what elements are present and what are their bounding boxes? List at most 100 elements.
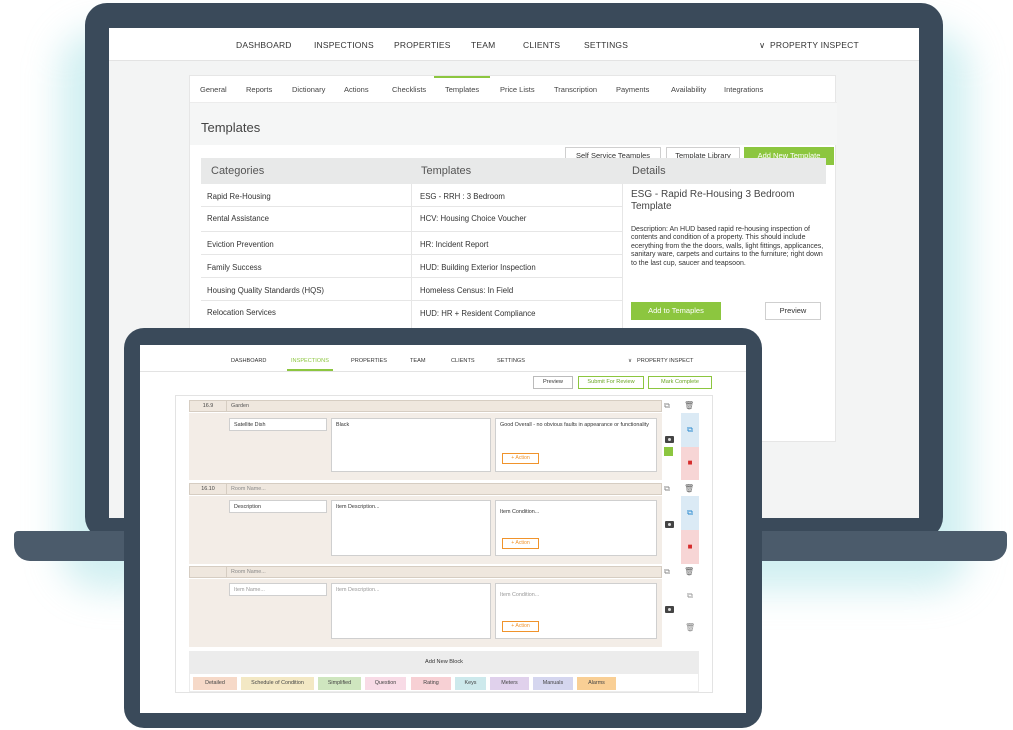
- category-item[interactable]: Rapid Re-Housing: [201, 192, 271, 201]
- camera-icon[interactable]: [665, 521, 674, 528]
- row-divider: [411, 277, 622, 278]
- account-menu[interactable]: PROPERTY INSPECT: [770, 40, 859, 50]
- category-item[interactable]: Rental Assistance: [201, 214, 269, 223]
- template-detail-description: Description: An HUD based rapid re-housi…: [631, 226, 824, 267]
- chevron-down-icon[interactable]: ∨: [628, 358, 632, 364]
- category-item[interactable]: Family Success: [201, 263, 262, 272]
- add-to-templates-button[interactable]: Add to Temaples: [631, 302, 721, 320]
- item-name-field[interactable]: Satellite Dish: [229, 418, 327, 431]
- tab-payments[interactable]: Payments: [616, 85, 649, 94]
- row-divider: [411, 254, 622, 255]
- nav-settings[interactable]: SETTINGS: [584, 40, 628, 50]
- tab-checklists[interactable]: Checklists: [392, 85, 426, 94]
- block-type-question[interactable]: Question: [365, 677, 406, 690]
- add-new-block-button[interactable]: Add New Block: [189, 651, 699, 673]
- item-name-field[interactable]: Item Name...: [229, 583, 327, 596]
- copy-icon[interactable]: ⧉: [685, 509, 695, 517]
- category-item[interactable]: Eviction Prevention: [201, 240, 274, 249]
- copy-icon[interactable]: ⧉: [662, 402, 672, 410]
- copy-icon[interactable]: ⧉: [685, 592, 695, 600]
- add-action-button[interactable]: + Action: [502, 453, 539, 464]
- trash-icon[interactable]: 🗑: [684, 402, 694, 410]
- nav-clients[interactable]: CLIENTS: [451, 358, 475, 364]
- template-item[interactable]: HCV: Housing Choice Voucher: [414, 214, 526, 223]
- trash-icon[interactable]: ■: [685, 459, 695, 467]
- tab-price-lists[interactable]: Price Lists: [500, 85, 535, 94]
- block-type-schedule-of-condition[interactable]: Schedule of Condition: [241, 677, 314, 690]
- room-number: 16.9: [190, 401, 227, 411]
- camera-icon[interactable]: [665, 606, 674, 613]
- item-description-field[interactable]: Item Description...: [331, 500, 491, 556]
- row-divider: [201, 300, 411, 301]
- room-number: 16.10: [190, 484, 227, 494]
- nav-properties[interactable]: PROPERTIES: [351, 358, 387, 364]
- chevron-down-icon[interactable]: ∨: [759, 40, 765, 51]
- mark-complete-button[interactable]: Mark Complete: [648, 376, 712, 389]
- trash-icon[interactable]: 🗑: [684, 485, 694, 493]
- nav-settings[interactable]: SETTINGS: [497, 358, 525, 364]
- block-type-detailed[interactable]: Detailed: [193, 677, 237, 690]
- tab-actions[interactable]: Actions: [344, 85, 369, 94]
- active-tab-indicator: [434, 76, 490, 78]
- room-name-input[interactable]: Garden: [231, 401, 249, 411]
- room-header: Room Name...: [189, 566, 662, 578]
- tab-integrations[interactable]: Integrations: [724, 85, 763, 94]
- nav-clients[interactable]: CLIENTS: [523, 40, 560, 50]
- template-item[interactable]: Homeless Census: In Field: [414, 286, 513, 295]
- template-item[interactable]: HUD: HR + Resident Compliance: [414, 309, 535, 318]
- trash-icon[interactable]: ■: [685, 543, 695, 551]
- item-condition-text: Item Condition...: [500, 509, 540, 515]
- account-menu[interactable]: PROPERTY INSPECT: [637, 358, 693, 364]
- copy-icon[interactable]: ⧉: [662, 485, 672, 493]
- block-type-manuals[interactable]: Manuals: [533, 677, 573, 690]
- room-header: 16.10 Room Name...: [189, 483, 662, 495]
- item-description-field[interactable]: Black: [331, 418, 491, 472]
- nav-team[interactable]: TEAM: [410, 358, 426, 364]
- trash-icon[interactable]: 🗑: [685, 624, 695, 632]
- template-item[interactable]: HUD: Building Exterior Inspection: [414, 263, 536, 272]
- camera-icon[interactable]: [665, 436, 674, 443]
- active-nav-indicator: [287, 369, 333, 371]
- row-divider: [201, 231, 411, 232]
- submit-for-review-button[interactable]: Submit For Review: [578, 376, 644, 389]
- category-item[interactable]: Relocation Services: [201, 308, 276, 317]
- room-header: 16.9 Garden: [189, 400, 662, 412]
- copy-icon[interactable]: ⧉: [685, 426, 695, 434]
- add-action-button[interactable]: + Action: [502, 621, 539, 632]
- block-type-rating[interactable]: Rating: [411, 677, 451, 690]
- tab-general[interactable]: General: [200, 85, 227, 94]
- add-action-button[interactable]: + Action: [502, 538, 539, 549]
- item-name-field[interactable]: Description: [229, 500, 327, 513]
- nav-dashboard[interactable]: DASHBOARD: [236, 40, 292, 50]
- preview-button[interactable]: Preview: [533, 376, 573, 389]
- template-detail-title: ESG - Rapid Re-Housing 3 Bedroom Templat…: [631, 189, 795, 212]
- block-type-meters[interactable]: Meters: [490, 677, 529, 690]
- tab-reports[interactable]: Reports: [246, 85, 272, 94]
- block-type-keys[interactable]: Keys: [455, 677, 486, 690]
- nav-inspections[interactable]: INSPECTIONS: [314, 40, 374, 50]
- template-item[interactable]: HR: Incident Report: [414, 240, 488, 249]
- room-name-input[interactable]: Room Name...: [231, 484, 266, 494]
- row-divider: [201, 254, 411, 255]
- room-number: [190, 567, 227, 577]
- tab-transcription[interactable]: Transcription: [554, 85, 597, 94]
- nav-inspections[interactable]: INSPECTIONS: [291, 358, 329, 364]
- tab-templates[interactable]: Templates: [445, 85, 479, 94]
- room-name-input[interactable]: Room Name...: [231, 567, 266, 577]
- preview-button[interactable]: Preview: [765, 302, 821, 320]
- copy-icon[interactable]: ⧉: [662, 568, 672, 576]
- category-item[interactable]: Housing Quality Standards (HQS): [201, 286, 324, 295]
- item-description-field[interactable]: Item Description...: [331, 583, 491, 639]
- details-header: Details: [622, 158, 826, 184]
- tab-availability[interactable]: Availability: [671, 85, 706, 94]
- trash-icon[interactable]: 🗑: [684, 568, 694, 576]
- nav-dashboard[interactable]: DASHBOARD: [231, 358, 266, 364]
- row-divider: [201, 206, 411, 207]
- block-type-row: Detailed Schedule of Condition Simplifie…: [189, 673, 699, 692]
- block-type-simplified[interactable]: Simplified: [318, 677, 361, 690]
- tab-dictionary[interactable]: Dictionary: [292, 85, 325, 94]
- nav-properties[interactable]: PROPERTIES: [394, 40, 451, 50]
- nav-team[interactable]: TEAM: [471, 40, 495, 50]
- block-type-alarms[interactable]: Alarms: [577, 677, 616, 690]
- template-item[interactable]: ESG - RRH : 3 Bedroom: [414, 192, 505, 201]
